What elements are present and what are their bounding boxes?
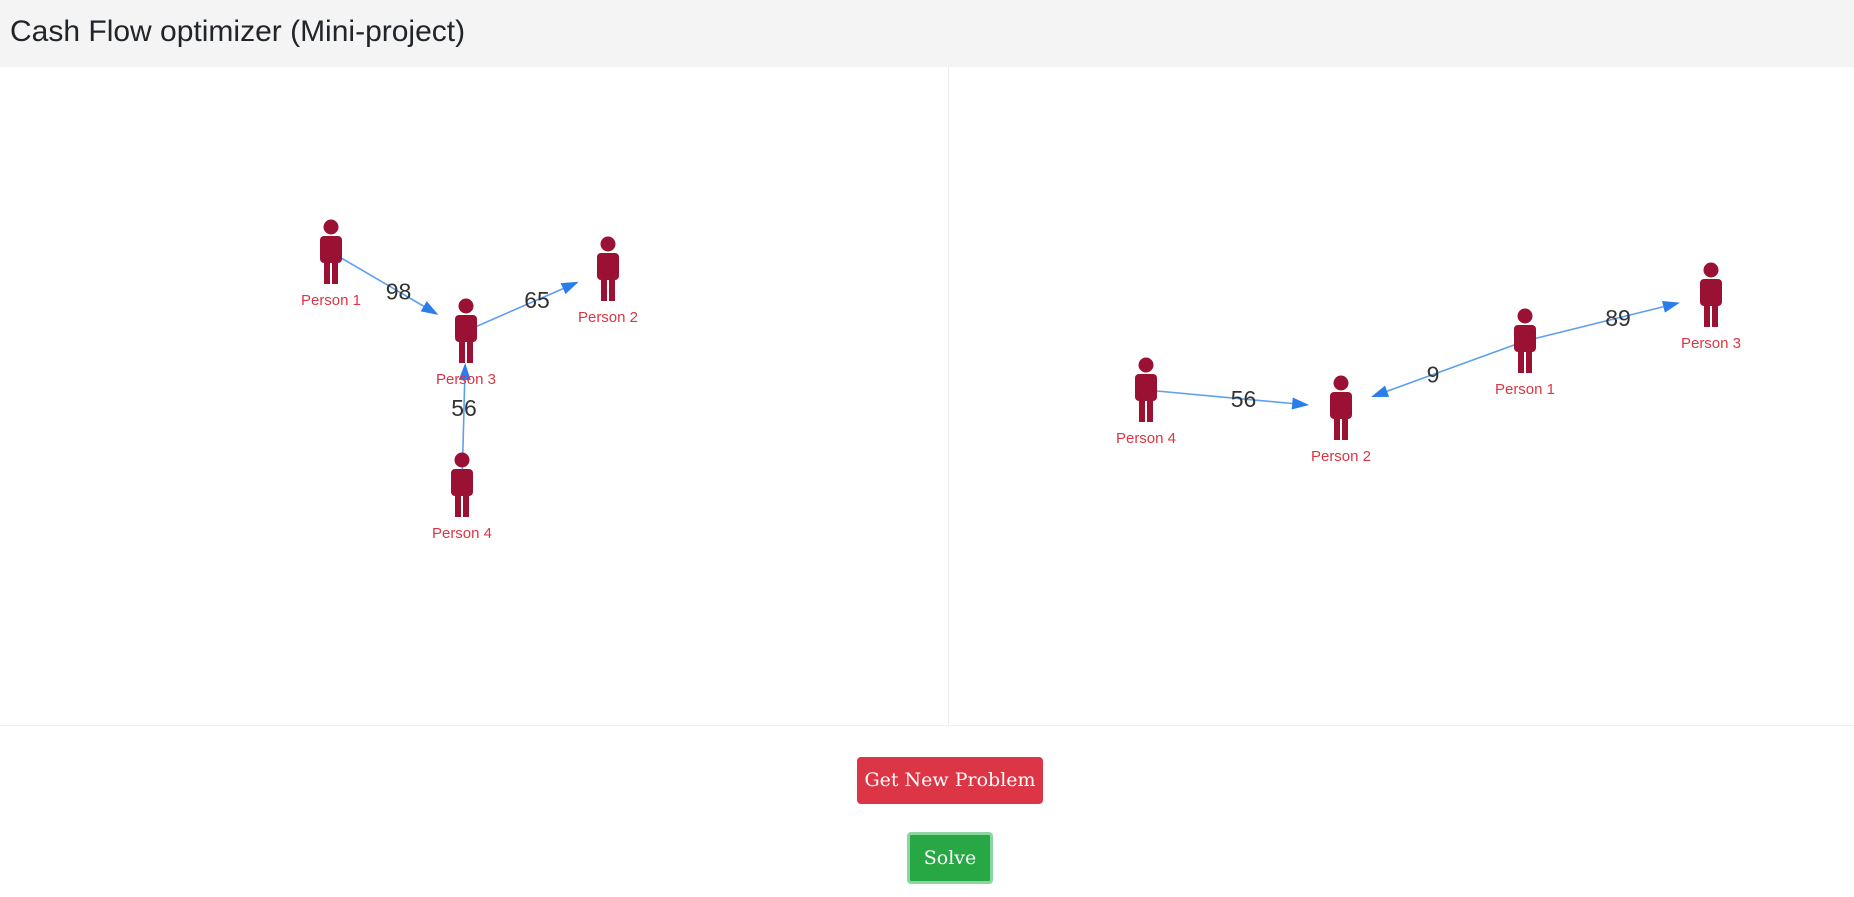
node-p3[interactable]: Person 3 <box>436 298 496 389</box>
node-label: Person 1 <box>1495 381 1555 398</box>
person-icon <box>597 236 619 301</box>
solution-graph-panel[interactable]: 56 9 89 Person 1 Person 2 Person 3 Person 4 <box>950 67 1854 725</box>
person-icon <box>455 298 477 363</box>
arrowhead-icon <box>1291 397 1310 410</box>
node-label: Person 4 <box>432 525 492 542</box>
graph-area: 98 65 56 Person 1 Person 2 Person 3 Person 4 5… <box>0 67 1854 726</box>
node-p4[interactable]: Person 4 <box>1116 357 1176 448</box>
edge-amount-label: 56 <box>1231 386 1257 412</box>
edge-line <box>1524 305 1664 342</box>
nodes-layer: Person 1 Person 2 Person 3 Person 4 <box>301 219 638 543</box>
arrowhead-icon <box>560 281 579 295</box>
problem-graph[interactable]: 98 65 56 Person 1 Person 2 Person 3 Person 4 <box>0 67 949 725</box>
arrowhead-icon <box>1371 385 1390 398</box>
app-header: Cash Flow optimizer (Mini-project) <box>0 0 1854 67</box>
person-icon <box>1514 308 1536 373</box>
node-p1[interactable]: Person 1 <box>1495 308 1555 399</box>
page-title: Cash Flow optimizer (Mini-project) <box>10 15 466 48</box>
person-icon <box>320 219 342 284</box>
edge-p4-p2[interactable]: 56 <box>1145 386 1310 412</box>
person-icon <box>1700 262 1722 327</box>
node-p4[interactable]: Person 4 <box>432 452 492 543</box>
edge-amount-label: 9 <box>1427 362 1440 388</box>
edge-p1-p3[interactable]: 89 <box>1524 300 1680 342</box>
edge-amount-label: 56 <box>451 395 477 421</box>
person-icon <box>451 452 473 517</box>
edge-amount-label: 65 <box>524 287 550 313</box>
person-icon <box>1135 357 1157 422</box>
node-label: Person 3 <box>436 371 496 388</box>
get-new-problem-button[interactable]: Get New Problem <box>857 757 1043 804</box>
node-p2[interactable]: Person 2 <box>1311 375 1371 466</box>
node-label: Person 1 <box>301 292 361 309</box>
edge-amount-label: 98 <box>386 279 412 305</box>
arrowhead-icon <box>1661 300 1680 313</box>
node-label: Person 3 <box>1681 335 1741 352</box>
node-p2[interactable]: Person 2 <box>578 236 638 327</box>
solve-button[interactable]: Solve <box>907 832 993 884</box>
node-label: Person 4 <box>1116 430 1176 447</box>
node-label: Person 2 <box>1311 448 1371 465</box>
person-icon <box>1330 375 1352 440</box>
edges-layer: 98 65 56 <box>330 251 579 486</box>
edge-amount-label: 89 <box>1605 305 1631 331</box>
edge-line <box>1145 389 1293 405</box>
arrowhead-icon <box>420 301 439 315</box>
node-label: Person 2 <box>578 309 638 326</box>
edges-layer: 56 9 89 <box>1145 300 1680 412</box>
problem-graph-panel[interactable]: 98 65 56 Person 1 Person 2 Person 3 Person 4 <box>0 67 949 725</box>
edge-p3-p2[interactable]: 65 <box>465 281 579 332</box>
node-p3[interactable]: Person 3 <box>1681 262 1741 353</box>
solution-graph[interactable]: 56 9 89 Person 1 Person 2 Person 3 Person 4 <box>950 67 1854 725</box>
